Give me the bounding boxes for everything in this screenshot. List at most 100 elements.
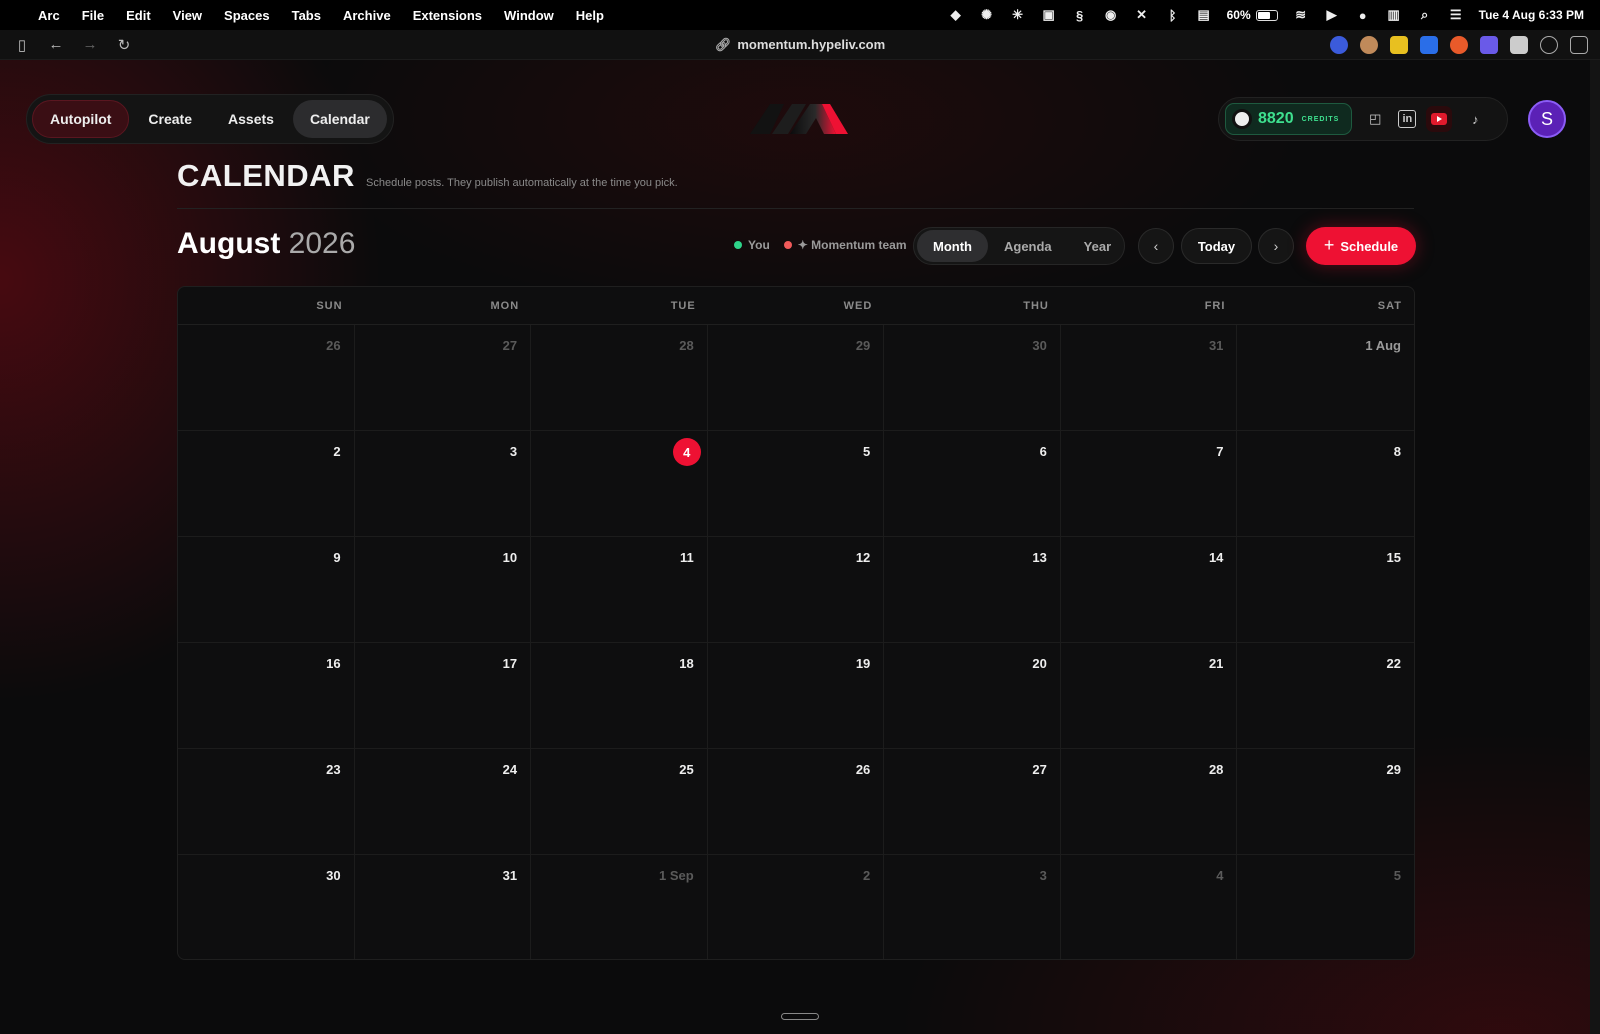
bluetooth-icon[interactable]: ᛒ: [1165, 7, 1181, 23]
day-cell[interactable]: 27: [884, 749, 1061, 855]
day-cell[interactable]: 27: [354, 325, 532, 431]
menu-tabs[interactable]: Tabs: [292, 8, 321, 23]
chatgpt-icon[interactable]: ✺: [979, 7, 995, 23]
extension-icon-puzzle[interactable]: [1510, 35, 1528, 54]
stats-icon[interactable]: ▥: [1386, 7, 1402, 23]
day-cell[interactable]: 20: [884, 643, 1061, 749]
momentum-logo[interactable]: [748, 96, 852, 140]
day-cell[interactable]: 2: [178, 431, 355, 537]
extension-icon-menu[interactable]: [1540, 35, 1558, 54]
menu-window[interactable]: Window: [504, 8, 554, 23]
menu-extensions[interactable]: Extensions: [413, 8, 482, 23]
day-cell[interactable]: 5: [707, 431, 885, 537]
day-cell[interactable]: 25: [531, 749, 708, 855]
day-cell[interactable]: 1 Aug: [1237, 325, 1414, 431]
status-app-icon-2[interactable]: ▣: [1041, 7, 1057, 23]
back-arrow-icon[interactable]: ←: [46, 35, 66, 55]
day-cell[interactable]: 28: [531, 325, 708, 431]
day-cell-today[interactable]: 4: [531, 431, 708, 537]
sparkle-icon[interactable]: ✳: [1010, 7, 1026, 23]
extension-icon-sun[interactable]: [1450, 35, 1468, 54]
wifi-icon[interactable]: ≋: [1293, 7, 1309, 23]
nav-autopilot[interactable]: Autopilot: [32, 100, 130, 138]
user-avatar[interactable]: S: [1528, 100, 1566, 138]
youtube-icon[interactable]: [1426, 106, 1453, 132]
spotlight-search-icon[interactable]: ⌕: [1417, 7, 1433, 23]
menu-app-name[interactable]: Arc: [38, 8, 60, 23]
menu-clock[interactable]: Tue 4 Aug 6:33 PM: [1479, 8, 1584, 22]
view-year[interactable]: Year: [1068, 230, 1127, 262]
view-agenda[interactable]: Agenda: [988, 230, 1068, 262]
day-cell[interactable]: 6: [884, 431, 1061, 537]
day-cell[interactable]: 2: [708, 855, 885, 959]
menu-help[interactable]: Help: [576, 8, 604, 23]
menu-spaces[interactable]: Spaces: [224, 8, 270, 23]
day-cell[interactable]: 29: [1237, 749, 1414, 855]
day-cell[interactable]: 9: [178, 537, 355, 643]
control-center-icon[interactable]: ☰: [1448, 7, 1464, 23]
prev-month-button[interactable]: ‹: [1138, 228, 1174, 264]
day-cell[interactable]: 16: [178, 643, 355, 749]
battery-status[interactable]: 60%: [1227, 8, 1278, 22]
day-cell[interactable]: 29: [707, 325, 885, 431]
day-cell[interactable]: 26: [707, 749, 885, 855]
day-cell[interactable]: 8: [1237, 431, 1414, 537]
day-cell[interactable]: 23: [178, 749, 355, 855]
play-icon[interactable]: ▶: [1324, 7, 1340, 23]
menu-archive[interactable]: Archive: [343, 8, 391, 23]
day-cell[interactable]: 22: [1237, 643, 1414, 749]
day-cell[interactable]: 31: [355, 855, 532, 959]
view-month[interactable]: Month: [917, 230, 988, 262]
schedule-button[interactable]: + Schedule: [1306, 227, 1416, 265]
page-scrollbar[interactable]: [1590, 60, 1600, 1034]
day-cell[interactable]: 7: [1060, 431, 1238, 537]
next-month-button[interactable]: ›: [1258, 228, 1294, 264]
address-bar[interactable]: 🔗︎ momentum.hypeliv.com: [650, 37, 950, 53]
extension-icon-2[interactable]: [1360, 35, 1378, 54]
split-view-icon[interactable]: [1570, 35, 1588, 54]
reload-icon[interactable]: ↻: [114, 35, 134, 55]
forward-arrow-icon[interactable]: →: [80, 35, 100, 55]
day-cell[interactable]: 17: [354, 643, 532, 749]
linkedin-icon[interactable]: in: [1398, 110, 1417, 128]
nav-calendar[interactable]: Calendar: [292, 100, 387, 138]
sidebar-toggle-icon[interactable]: ▯: [12, 35, 32, 55]
extension-icon-gear[interactable]: [1420, 35, 1438, 54]
status-app-icon-1[interactable]: ◆: [948, 7, 964, 23]
keyboard-icon[interactable]: ▤: [1196, 7, 1212, 23]
day-cell[interactable]: 30: [178, 855, 355, 959]
day-cell[interactable]: 28: [1060, 749, 1238, 855]
instagram-icon[interactable]: ◰: [1362, 106, 1388, 132]
credits-badge[interactable]: 8820 CREDITS: [1225, 103, 1353, 135]
day-cell[interactable]: 3: [354, 431, 532, 537]
day-cell[interactable]: 30: [884, 325, 1061, 431]
tiktok-icon[interactable]: ♪: [1462, 106, 1488, 132]
day-cell[interactable]: 13: [884, 537, 1061, 643]
day-cell[interactable]: 4: [1061, 855, 1238, 959]
day-cell[interactable]: 1 Sep: [531, 855, 708, 959]
day-cell[interactable]: 15: [1237, 537, 1414, 643]
day-cell[interactable]: 31: [1060, 325, 1238, 431]
day-cell[interactable]: 10: [354, 537, 532, 643]
day-cell[interactable]: 12: [707, 537, 885, 643]
day-cell[interactable]: 19: [707, 643, 885, 749]
extension-icon-1[interactable]: [1330, 35, 1348, 54]
today-button[interactable]: Today: [1181, 228, 1252, 264]
day-cell[interactable]: 21: [1060, 643, 1238, 749]
account-circle-icon[interactable]: ◉: [1103, 7, 1119, 23]
menu-view[interactable]: View: [173, 8, 202, 23]
day-cell[interactable]: 14: [1060, 537, 1238, 643]
day-cell[interactable]: 26: [178, 325, 355, 431]
mute-icon[interactable]: ✕: [1134, 7, 1150, 23]
menu-file[interactable]: File: [82, 8, 104, 23]
day-cell[interactable]: 11: [531, 537, 708, 643]
day-cell[interactable]: 18: [531, 643, 708, 749]
user-icon[interactable]: ●: [1355, 7, 1371, 23]
nav-assets[interactable]: Assets: [211, 100, 291, 138]
extension-icon-js[interactable]: [1390, 35, 1408, 54]
day-cell[interactable]: 3: [884, 855, 1061, 959]
status-app-icon-3[interactable]: §: [1072, 7, 1088, 23]
day-cell[interactable]: 24: [354, 749, 532, 855]
day-cell[interactable]: 5: [1237, 855, 1414, 959]
nav-create[interactable]: Create: [131, 100, 209, 138]
